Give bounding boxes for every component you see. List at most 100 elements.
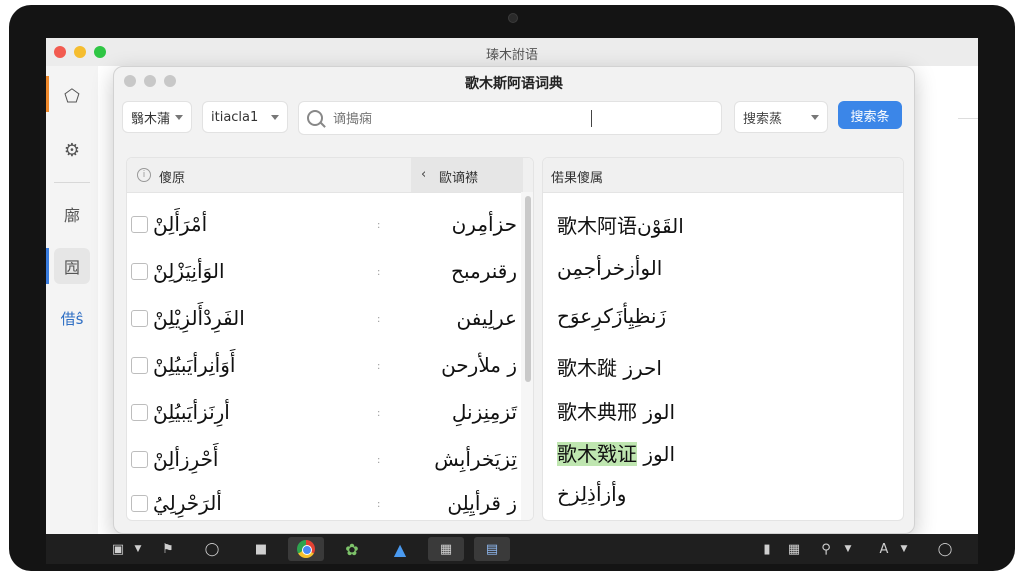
grid-icon[interactable]: ▦ — [784, 537, 804, 561]
camera — [508, 13, 518, 23]
highlight-mark: 歌木戣证 — [557, 442, 637, 466]
row-checkbox[interactable] — [131, 357, 148, 374]
column-header-source[interactable]: 傻原 — [159, 167, 185, 186]
circle-icon[interactable]: ◯ — [934, 537, 956, 561]
flag-icon[interactable]: ⚑ — [158, 537, 178, 561]
dictionary-title: 歌木斯阿语词典 — [465, 76, 563, 92]
chevron-down-icon[interactable]: ▼ — [132, 537, 144, 561]
translation-cell: ح‍زأمِرن — [451, 212, 517, 236]
term-cell: أَحْرِزألِنْ — [153, 447, 219, 471]
font-icon[interactable]: A — [874, 537, 894, 561]
search-box[interactable] — [298, 101, 722, 135]
sidebar-item-label: 囥 — [63, 258, 80, 277]
file-icon[interactable]: ▤ — [474, 537, 510, 561]
term-cell: الفَرِدْأَلزِيْلِنْ — [153, 306, 245, 330]
separator: : — [377, 361, 381, 372]
video-icon[interactable]: ■ — [250, 537, 272, 561]
search-icon — [307, 110, 323, 126]
word-list-header: i 傻原 ‹ 歐谪襟 — [127, 158, 533, 193]
table-row[interactable]: ألرَحْرِلِيُ : ز قرأيِلِن — [127, 481, 521, 520]
table-row[interactable]: أمْرَأَلِنْ : ح‍زأمِرن — [127, 202, 521, 248]
row-checkbox[interactable] — [131, 404, 148, 421]
signal-icon[interactable]: ▮ — [758, 537, 776, 561]
chevron-down-icon[interactable]: ▼ — [842, 537, 854, 561]
row-checkbox[interactable] — [131, 263, 148, 280]
toolbar: 翳木蒲 itiacla1 搜索蒸 搜索条 — [114, 97, 914, 145]
table-row[interactable]: الفَرِدْأَلزِيْلِنْ : ع‍رلِيفن — [127, 296, 521, 342]
taskbar: ▣ ▼ ⚑ ◯ ■ ✿ ▲ ▦ ▤ ▮ ▦ ⚲ ▼ A ▼ ◯ — [46, 534, 978, 564]
search-icon[interactable]: ⚲ — [816, 537, 836, 561]
sidebar-item-label: 廍 — [63, 206, 80, 225]
chrome-icon[interactable] — [288, 537, 324, 561]
photos-icon[interactable]: ✿ — [334, 537, 370, 561]
search-type-dropdown[interactable]: 搜索蒸 — [734, 101, 828, 133]
scrollbar-thumb[interactable] — [525, 196, 531, 382]
row-checkbox[interactable] — [131, 451, 148, 468]
separator: : — [377, 267, 381, 278]
separator: : — [377, 408, 381, 419]
translation-cell: ز قرأيِلِن — [447, 491, 517, 515]
chevron-down-icon[interactable]: ▼ — [898, 537, 910, 561]
sidebar-item-settings[interactable]: ⚙ — [54, 132, 90, 168]
dropdown-value: 翳木蒲 — [131, 111, 171, 127]
sidebar-item-3[interactable]: 廍 — [54, 196, 90, 232]
column-header-label: 歐谪襟 — [439, 171, 479, 186]
source-language-dropdown[interactable]: 翳木蒲 — [122, 101, 192, 133]
outer-titlebar: 瑧木詂语 — [46, 38, 978, 66]
info-icon[interactable]: i — [137, 168, 151, 182]
chevron-left-icon: ‹ — [421, 167, 427, 182]
table-row[interactable]: أَوَأنِرأيَبيُلِنْ : ز ملأرحن — [127, 343, 521, 389]
term-cell: أرِنَزأيَبيُلِنْ — [153, 400, 230, 424]
search-button[interactable]: 搜索条 — [838, 101, 902, 129]
sidebar-item-label: 借ŝ — [60, 309, 84, 328]
result-item-highlighted[interactable]: 歌木戣证 الوز — [557, 438, 675, 467]
results-panel: 偌果傻属 歌木阿语القَوْن الوأزخرأجمِن زَنظِيِأزَ… — [542, 157, 904, 521]
outer-window-title: 瑧木詂语 — [485, 48, 538, 63]
tag-icon: ⬠ — [64, 85, 80, 107]
results-header: 偌果傻属 — [543, 158, 903, 193]
row-checkbox[interactable] — [131, 310, 148, 327]
result-item[interactable]: 歌木典邢 الوز — [557, 396, 675, 425]
gear-icon: ⚙ — [63, 139, 81, 161]
column-header-translation[interactable]: ‹ 歐谪襟 — [411, 158, 523, 192]
term-cell: أمْرَأَلِنْ — [153, 212, 208, 236]
window-icon[interactable]: ▦ — [428, 537, 464, 561]
chart-icon[interactable]: ▣ — [108, 537, 128, 561]
separator: : — [377, 314, 381, 325]
sidebar-selected-indicator — [46, 248, 49, 284]
bell-icon[interactable]: ◯ — [202, 537, 222, 561]
store-icon[interactable]: ▲ — [382, 537, 418, 561]
search-input[interactable] — [331, 107, 395, 131]
table-row[interactable]: أَحْرِزألِنْ : تِزيَخرأبِش — [127, 437, 521, 483]
result-item[interactable]: الوأزخرأجمِن — [557, 256, 662, 280]
dictionary-titlebar: 歌木斯阿语词典 — [114, 67, 914, 97]
dropdown-value: itiacla1 — [211, 109, 259, 125]
sidebar-item-tag[interactable]: ⬠ — [54, 78, 90, 114]
row-checkbox[interactable] — [131, 216, 148, 233]
results-header-label[interactable]: 偌果傻属 — [551, 167, 603, 186]
table-row[interactable]: الوَأنِيَزْلِنْ : رقن‍رمبح — [127, 249, 521, 295]
term-cell: ألرَحْرِلِيُ — [153, 491, 222, 515]
sidebar-item-5[interactable]: 借ŝ — [54, 300, 90, 336]
divider — [958, 118, 978, 119]
separator: : — [377, 499, 381, 510]
separator: : — [377, 220, 381, 231]
dropdown-value: 搜索蒸 — [743, 111, 783, 127]
chevron-down-icon — [271, 115, 279, 120]
translation-cell: ز ملأرحن — [441, 353, 517, 377]
sidebar-divider — [54, 182, 90, 183]
term-cell: الوَأنِيَزْلِنْ — [153, 259, 225, 283]
mode-dropdown[interactable]: itiacla1 — [202, 101, 288, 133]
translation-cell: ع‍رلِيفن — [456, 306, 517, 330]
row-checkbox[interactable] — [131, 495, 148, 512]
translation-cell: تِزيَخرأبِش — [434, 447, 517, 471]
table-row[interactable]: أرِنَزأيَبيُلِنْ : تَزمِنِزنلِ — [127, 390, 521, 436]
word-list-panel: i 傻原 ‹ 歐谪襟 أمْرَأَلِنْ : ح‍زأمِرن الوَأن… — [126, 157, 534, 521]
result-item[interactable]: 歌木阿语القَوْن — [557, 210, 684, 239]
text-cursor — [591, 110, 592, 127]
result-item[interactable]: وأزأذِلِزخ — [557, 482, 626, 506]
result-item[interactable]: 歌木蹝 احرز — [557, 352, 662, 381]
chevron-down-icon — [175, 115, 183, 120]
result-item[interactable]: زَنظِيِأزَكرِعوَح — [557, 304, 666, 328]
sidebar-item-4[interactable]: 囥 — [54, 248, 90, 284]
